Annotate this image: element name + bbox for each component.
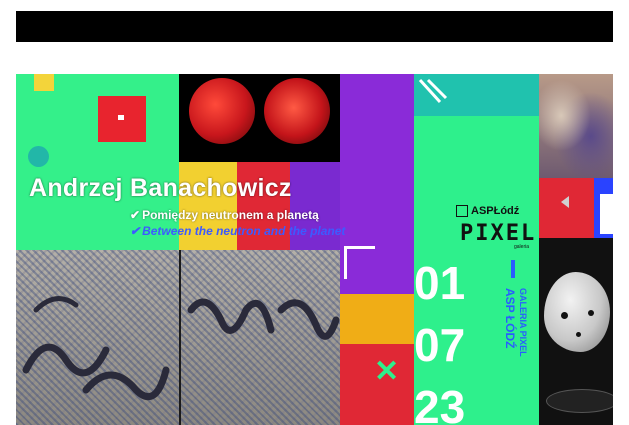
date-month: 07 (414, 319, 466, 371)
stone-sculpture (544, 272, 610, 352)
close-icon: ✕ (374, 355, 400, 388)
date-day: 01 (414, 257, 466, 309)
top-black-bar (16, 11, 613, 42)
subtitle-polish: ✔ Pomiędzy neutronem a planetą (130, 208, 319, 222)
asp-logo-text: ASPŁódź (471, 205, 520, 217)
texture-divider (179, 250, 181, 425)
red-circle-image-right (264, 78, 330, 144)
square-dot-icon (118, 115, 124, 120)
gold-block (340, 294, 414, 344)
asp-logo: ASPŁódź (456, 205, 519, 217)
artwork-photo-top (539, 74, 613, 178)
checkmark-icon: ✔ (130, 208, 141, 222)
red-circle-image-left (189, 78, 255, 144)
stone-hole (588, 310, 594, 316)
arrow-left-icon[interactable] (561, 196, 569, 208)
yellow-tab (34, 74, 54, 91)
vertical-text-asp: ASP ŁÓDŹ (503, 288, 518, 348)
handwriting-artwork (22, 296, 340, 401)
stone-hole (576, 332, 581, 337)
subtitle-english: ✔ Between the neutron and the planet (130, 224, 345, 238)
vertical-text-galeria: GALERIA PIXEL (518, 288, 528, 357)
stone-hole (561, 312, 568, 319)
artist-name: Andrzej Banachowicz (29, 174, 292, 202)
exhibition-banner[interactable]: ✕ Andrzej Banachowicz ✔ Pomiędzy neutrone… (16, 74, 613, 425)
red-square (98, 96, 146, 142)
white-panel (600, 194, 613, 234)
checkmark-icon: ✔ (130, 224, 141, 238)
teal-circle (28, 146, 49, 167)
subtitle-polish-text: Pomiędzy neutronem a planetą (142, 208, 319, 222)
corner-bracket-icon (344, 246, 375, 279)
vertical-gallery-text: GALERIA PIXEL ASP ŁÓDŹ (503, 288, 528, 357)
subtitle-english-text: Between the neutron and the planet (142, 224, 346, 238)
pixel-logo-sub: galeria (514, 244, 530, 250)
dark-disk (546, 389, 613, 413)
asp-logo-icon (456, 205, 468, 217)
date-year: 23 (414, 381, 466, 425)
diagonal-stripes-icon (418, 78, 448, 104)
pixel-logo: PIXEL (460, 221, 537, 246)
